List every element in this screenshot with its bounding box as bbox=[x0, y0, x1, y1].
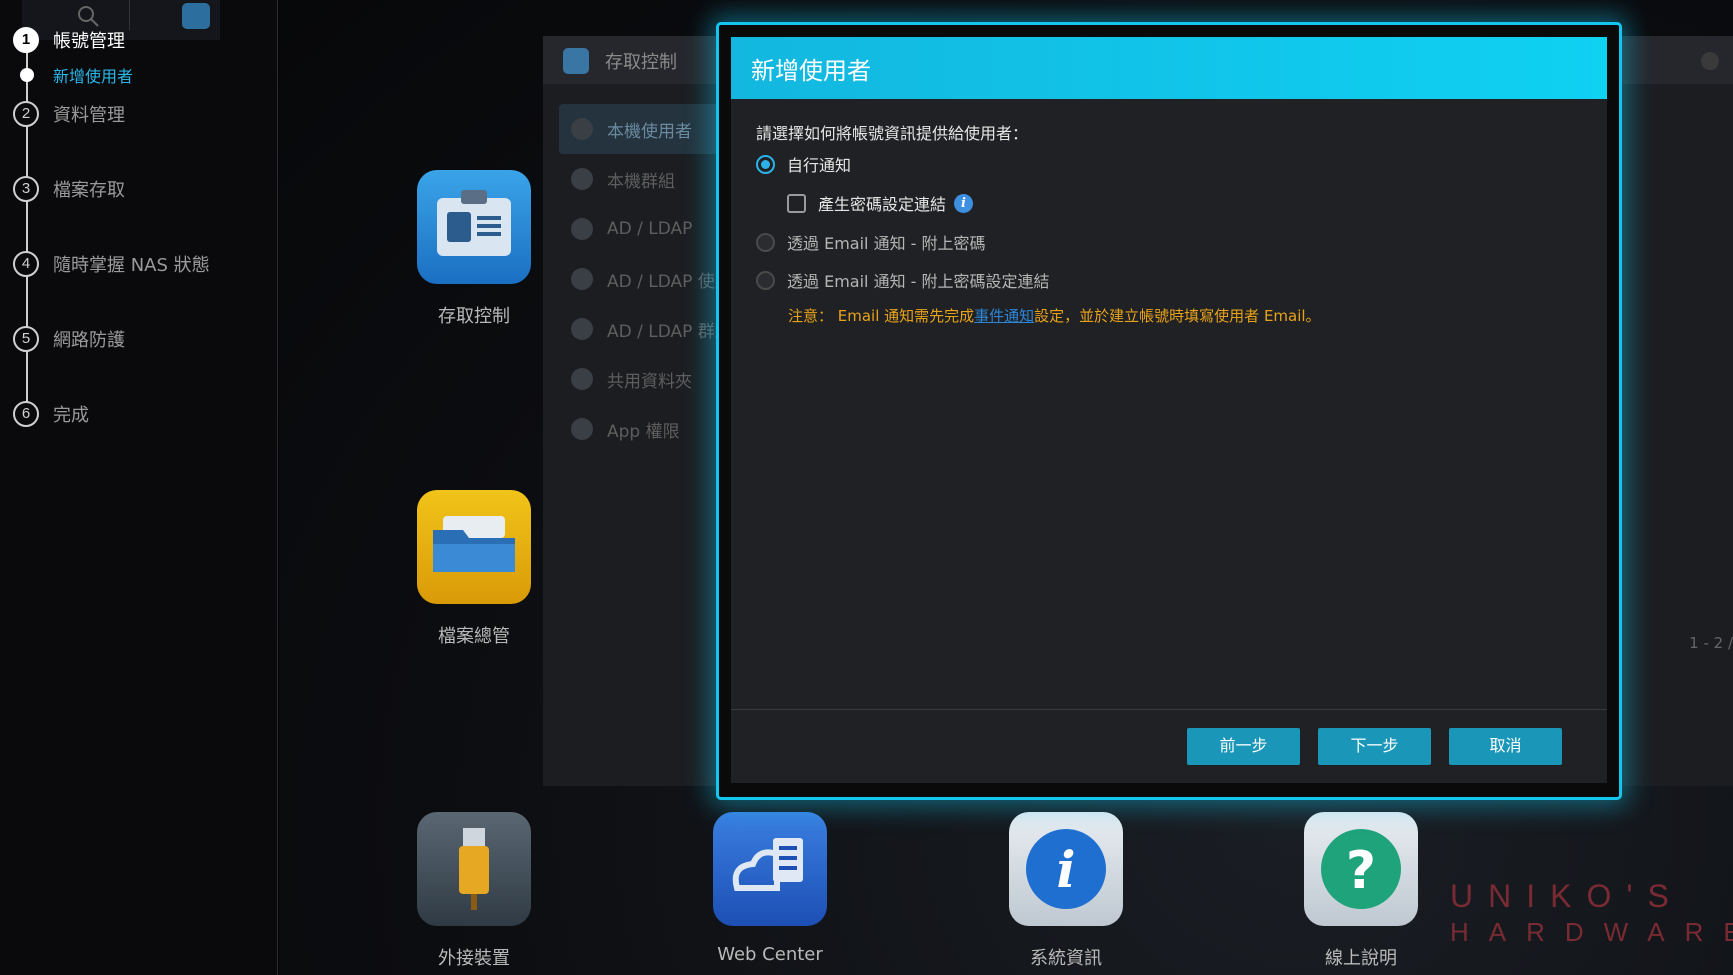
radio[interactable] bbox=[756, 232, 775, 252]
step-label: 網路防護 bbox=[53, 330, 125, 351]
dialog-panel: 新增使用者 請選擇如何將帳號資訊提供給使用者： 自行通知 產生密碼設定連結 i … bbox=[731, 37, 1607, 783]
nav-label: App 權限 bbox=[607, 421, 680, 442]
help-icon: ? bbox=[1304, 812, 1418, 926]
info-icon: i bbox=[1009, 812, 1123, 926]
wizard-step-finish[interactable]: 6 完成 bbox=[13, 400, 89, 428]
cancel-button[interactable]: 取消 bbox=[1449, 728, 1562, 765]
access-control-app-icon[interactable] bbox=[182, 3, 210, 29]
svg-text:?: ? bbox=[1346, 841, 1376, 901]
access-control-icon bbox=[417, 170, 531, 284]
wizard-substep-add-user[interactable]: 新增使用者 bbox=[20, 66, 134, 86]
wizard-step-file-access[interactable]: 3 檔案存取 bbox=[13, 175, 125, 203]
nav-label: AD / LDAP 群組 bbox=[607, 321, 732, 342]
folder-icon bbox=[571, 368, 593, 390]
desktop-icon-web-center[interactable]: Web Center bbox=[690, 812, 850, 965]
search-icon[interactable] bbox=[76, 4, 100, 28]
nav-label: AD / LDAP bbox=[607, 219, 693, 239]
nav-label: AD / LDAP 使用 bbox=[607, 271, 732, 292]
desktop-icon-file-station[interactable]: 檔案總管 bbox=[394, 490, 554, 648]
watermark-line2: HARDWARE bbox=[1450, 917, 1733, 947]
web-center-icon bbox=[713, 812, 827, 926]
event-notification-link[interactable]: 事件通知 bbox=[974, 307, 1034, 325]
step-number: 4 bbox=[13, 251, 39, 277]
desktop-icon-label: 外接裝置 bbox=[438, 948, 510, 969]
step-number: 2 bbox=[13, 101, 39, 127]
dialog-title: 新增使用者 bbox=[751, 56, 871, 85]
desktop-icon-online-help[interactable]: ? 線上說明 bbox=[1281, 812, 1441, 970]
step-number: 1 bbox=[13, 27, 39, 53]
add-user-dialog: 新增使用者 請選擇如何將帳號資訊提供給使用者： 自行通知 產生密碼設定連結 i … bbox=[716, 22, 1622, 800]
note-suffix: 設定，並於建立帳號時填寫使用者 Email。 bbox=[1034, 307, 1321, 325]
desktop-icon-label: 檔案總管 bbox=[438, 626, 510, 647]
dialog-prompt: 請選擇如何將帳號資訊提供給使用者： bbox=[756, 124, 1029, 143]
toolbar-divider bbox=[129, 0, 130, 30]
desktop-icon-label: 存取控制 bbox=[438, 306, 510, 327]
desktop-icon-label: 系統資訊 bbox=[1030, 948, 1102, 969]
step-label: 隨時掌握 NAS 狀態 bbox=[53, 255, 210, 276]
step-label: 帳號管理 bbox=[53, 31, 125, 52]
nav-label: 本機使用者 bbox=[607, 121, 692, 142]
access-control-app-icon bbox=[563, 48, 589, 74]
desktop-icon-label: Web Center bbox=[717, 944, 823, 965]
step-number: 6 bbox=[13, 401, 39, 427]
desktop-icon-access-control[interactable]: 存取控制 bbox=[394, 170, 554, 328]
option-email-with-password-link[interactable]: 透過 Email 通知 - 附上密碼設定連結 bbox=[756, 268, 1050, 292]
radio[interactable] bbox=[756, 270, 775, 290]
wizard-step-account[interactable]: 1 帳號管理 bbox=[13, 26, 125, 54]
substep-label: 新增使用者 bbox=[53, 67, 134, 86]
option-label: 透過 Email 通知 - 附上密碼 bbox=[787, 234, 986, 253]
step-label: 完成 bbox=[53, 405, 89, 426]
step-number: 5 bbox=[13, 326, 39, 352]
next-button[interactable]: 下一步 bbox=[1318, 728, 1431, 765]
desktop-icon-label: 線上說明 bbox=[1325, 948, 1397, 969]
wizard-step-data[interactable]: 2 資料管理 bbox=[13, 100, 125, 128]
nav-label: 本機群組 bbox=[607, 171, 675, 192]
wizard-step-network-protection[interactable]: 5 網路防護 bbox=[13, 325, 125, 353]
option-label: 透過 Email 通知 - 附上密碼設定連結 bbox=[787, 272, 1050, 291]
svg-text:i: i bbox=[1057, 840, 1076, 899]
nav-label: 共用資料夾 bbox=[607, 371, 692, 392]
option-self-notify[interactable]: 自行通知 bbox=[756, 152, 851, 176]
step-label: 資料管理 bbox=[53, 105, 125, 126]
window-title: 存取控制 bbox=[605, 52, 677, 73]
note-prefix: 注意： Email 通知需先完成 bbox=[788, 307, 975, 325]
step-label: 檔案存取 bbox=[53, 180, 125, 201]
radio-selected[interactable] bbox=[756, 154, 775, 174]
help-icon[interactable] bbox=[1701, 52, 1719, 70]
usb-icon bbox=[417, 812, 531, 926]
dialog-header: 新增使用者 bbox=[731, 37, 1607, 99]
watermark: UNIKO'S HARDWARE bbox=[1450, 878, 1733, 948]
step-number: 3 bbox=[13, 176, 39, 202]
wizard-sidebar: 1 帳號管理 新增使用者 2 資料管理 3 檔案存取 4 隨時掌握 NAS 狀態… bbox=[0, 0, 278, 975]
group-icon bbox=[571, 318, 593, 340]
pagination-text: 1 - 2 / bbox=[1689, 634, 1733, 652]
option-label: 產生密碼設定連結 bbox=[818, 195, 947, 214]
desktop-icon-system-info[interactable]: i 系統資訊 bbox=[986, 812, 1146, 970]
option-email-with-password[interactable]: 透過 Email 通知 - 附上密碼 bbox=[756, 230, 986, 254]
warning-note: 注意： Email 通知需先完成事件通知設定，並於建立帳號時填寫使用者 Emai… bbox=[788, 305, 1321, 326]
checkbox[interactable] bbox=[787, 193, 806, 213]
folder-icon bbox=[417, 490, 531, 604]
watermark-line1: UNIKO'S bbox=[1450, 878, 1684, 914]
group-icon bbox=[571, 168, 593, 190]
dialog-footer: 前一步 下一步 取消 bbox=[731, 709, 1607, 783]
user-icon bbox=[571, 118, 593, 140]
substep-dot bbox=[20, 68, 34, 82]
app-icon bbox=[571, 418, 593, 440]
previous-button[interactable]: 前一步 bbox=[1187, 728, 1300, 765]
key-icon bbox=[571, 218, 593, 240]
option-generate-password-link[interactable]: 產生密碼設定連結 i bbox=[787, 191, 974, 215]
user-icon bbox=[571, 268, 593, 290]
option-label: 自行通知 bbox=[787, 156, 852, 175]
info-icon[interactable]: i bbox=[954, 193, 974, 213]
desktop-icon-external-device[interactable]: 外接裝置 bbox=[394, 812, 554, 970]
wizard-step-nas-status[interactable]: 4 隨時掌握 NAS 狀態 bbox=[13, 250, 210, 278]
